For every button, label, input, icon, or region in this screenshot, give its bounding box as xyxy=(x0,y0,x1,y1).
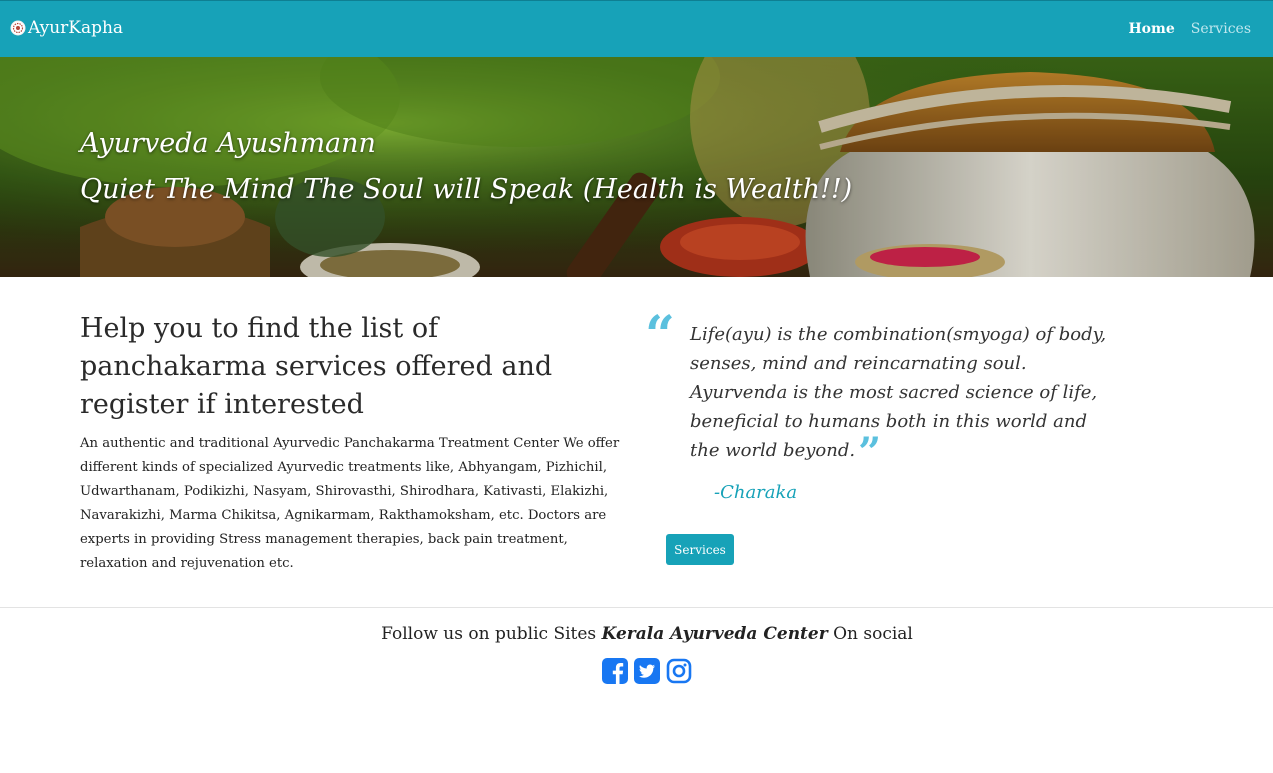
brand-link[interactable]: AyurKapha xyxy=(10,18,123,38)
quote-text: Life(ayu) is the combination(smyoga) of … xyxy=(690,324,1107,461)
follow-prefix: Follow us on public Sites xyxy=(381,624,602,644)
intro-body: An authentic and traditional Ayurvedic P… xyxy=(80,436,620,571)
intro-heading: Help you to find the list of panchakarma… xyxy=(80,313,553,420)
quote-block: Life(ayu) is the combination(smyoga) of … xyxy=(690,320,1120,473)
twitter-icon[interactable] xyxy=(633,657,661,685)
quote-open-icon: “ xyxy=(645,305,675,366)
hero-title: Ayurveda Ayushmann xyxy=(80,128,376,159)
social-links xyxy=(601,657,693,685)
instagram-icon[interactable] xyxy=(665,657,693,685)
follow-suffix: On social xyxy=(827,624,913,644)
quote-close-icon: ” xyxy=(858,429,882,476)
footer-divider xyxy=(0,607,1273,608)
hero-subtitle: Quiet The Mind The Soul will Speak (Heal… xyxy=(80,174,853,205)
brand-logo-icon xyxy=(10,20,26,36)
hero-text: Ayurveda Ayushmann Quiet The Mind The So… xyxy=(80,121,852,213)
services-button[interactable]: Services xyxy=(666,534,734,565)
hero-banner: Ayurveda Ayushmann Quiet The Mind The So… xyxy=(0,57,1273,277)
brand-name: AyurKapha xyxy=(28,18,124,38)
nav-link-home[interactable]: Home xyxy=(1128,21,1174,37)
follow-text: Follow us on public Sites Kerala Ayurved… xyxy=(0,624,1273,644)
nav-link-services[interactable]: Services xyxy=(1191,21,1251,37)
facebook-icon[interactable] xyxy=(601,657,629,685)
quote-author: -Charaka xyxy=(714,482,798,503)
nav-menu: Home Services xyxy=(1128,21,1251,37)
navbar: AyurKapha Home Services xyxy=(0,0,1273,57)
center-name: Kerala Ayurveda Center xyxy=(601,624,828,644)
